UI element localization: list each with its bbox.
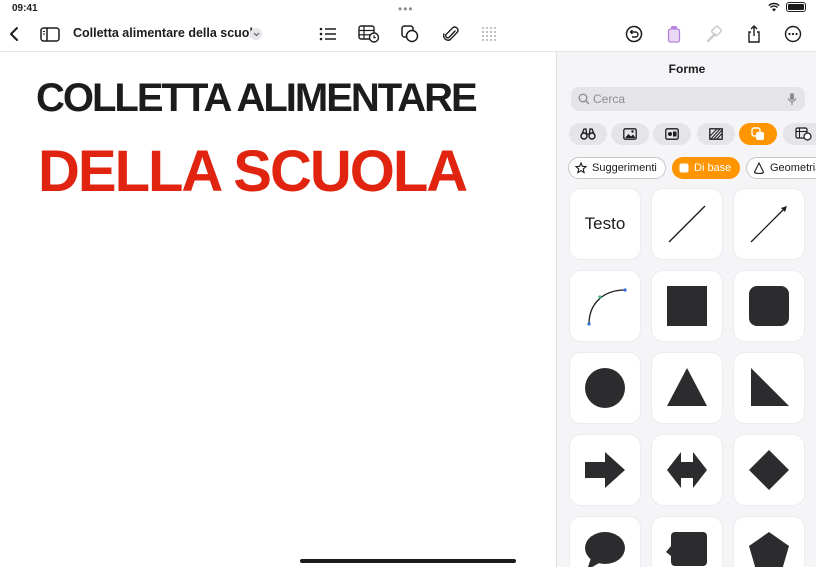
table-button[interactable] [355,18,383,50]
more-icon [784,25,802,43]
callout-shape-icon [666,532,707,566]
right-triangle-shape-icon [751,368,789,406]
animate-button[interactable] [700,18,728,50]
document-canvas[interactable] [0,52,556,567]
rounded-square-shape-icon [749,286,789,326]
line-shape-icon [668,205,706,243]
chip-basic-label: Di base [694,162,732,174]
paperclip-icon [443,26,459,41]
photo-icon [623,128,637,140]
shapes-icon [751,127,764,140]
search-icon [578,93,590,105]
circle-shape-icon [585,368,625,408]
panel-title: Forme [668,62,706,76]
chip-basic[interactable]: Di base [672,157,741,179]
more-button[interactable] [779,18,807,50]
chevron-down-icon [253,32,259,36]
table-clock-icon [358,25,380,43]
status-indicators [768,2,806,12]
heading-line-2[interactable]: DELLA SCUOLA [38,138,468,205]
home-indicator[interactable] [300,559,516,563]
format-button[interactable] [660,18,688,50]
category-photos[interactable] [611,123,649,145]
microphone-icon[interactable] [787,92,797,106]
list-button[interactable] [314,18,342,50]
shape-tile-line[interactable] [651,188,723,260]
chip-suggestions[interactable]: Suggerimenti [568,157,666,179]
share-button[interactable] [740,18,768,50]
shape-tile-circle[interactable] [569,352,641,424]
curve-shape-icon [587,288,627,326]
diamond-shape-icon [749,450,789,490]
search-placeholder: Cerca [593,92,626,106]
share-icon [748,25,760,43]
battery-icon [786,2,806,12]
shapes-panel: Forme Cerca Suggerimenti Di base Geometr… [556,52,816,567]
shape-tile-right-triangle[interactable] [733,352,805,424]
star-icon [575,162,587,174]
pentagon-shape-icon [749,532,789,567]
category-patterns[interactable] [697,123,735,145]
sidebar-icon [40,26,60,42]
shape-tile-pentagon[interactable] [733,516,805,567]
arrow-shape-icon [585,452,625,488]
shapes-icon [401,25,419,43]
attachment-button[interactable] [437,18,465,50]
document-title[interactable]: Colletta alimentare della scuola [73,26,260,40]
shapes-button[interactable] [396,18,424,50]
chevron-left-icon [10,27,18,41]
heading-line-1[interactable]: COLLETTA ALIMENTARE [36,76,478,121]
category-shapes[interactable] [739,123,777,145]
back-button[interactable] [0,18,28,50]
sidebar-toggle-button[interactable] [36,18,64,50]
undo-button[interactable] [620,18,648,50]
shape-tile-callout[interactable] [651,516,723,567]
shape-tile-speech-bubble[interactable] [569,516,641,567]
multitasking-dots[interactable]: ••• [398,2,414,16]
media-icon [665,128,679,140]
category-media[interactable] [653,123,691,145]
shape-tile-square[interactable] [651,270,723,342]
category-tables[interactable] [783,123,816,145]
status-time: 09:41 [12,3,38,14]
triangle-shape-icon [667,368,707,406]
square-shape-icon [667,286,707,326]
shape-tile-double-arrow[interactable] [651,434,723,506]
undo-icon [625,25,643,43]
text-tile-label: Testo [584,214,626,233]
cone-icon [753,162,765,174]
format-paintbrush-icon [667,26,681,43]
shape-tile-diamond[interactable] [733,434,805,506]
hatch-pattern-icon [709,128,723,140]
wifi-icon [768,2,780,12]
shape-tile-triangle[interactable] [651,352,723,424]
dotted-grid-icon [482,27,496,41]
speech-bubble-shape-icon [585,532,625,567]
chip-geometry-label: Geometria [770,162,816,174]
list-icon [319,27,336,41]
shape-tile-rounded-square[interactable] [733,270,805,342]
shape-tile-arrow[interactable] [569,434,641,506]
category-objects[interactable] [569,123,607,145]
grid-button[interactable] [475,18,503,50]
shape-tile-text[interactable]: Testo [569,188,641,260]
table-clock-icon [794,127,812,141]
hammer-icon [706,25,722,43]
chip-suggestions-label: Suggerimenti [592,162,657,174]
double-arrow-shape-icon [667,452,707,488]
arrow-line-icon [750,206,787,243]
shape-tile-curve[interactable] [569,270,641,342]
chip-geometry[interactable]: Geometria [746,157,816,179]
title-menu-button[interactable] [250,28,262,40]
search-field[interactable]: Cerca [571,87,805,111]
shape-tile-arrow-line[interactable] [733,188,805,260]
binoculars-icon [580,128,596,140]
square-icon [679,163,689,173]
